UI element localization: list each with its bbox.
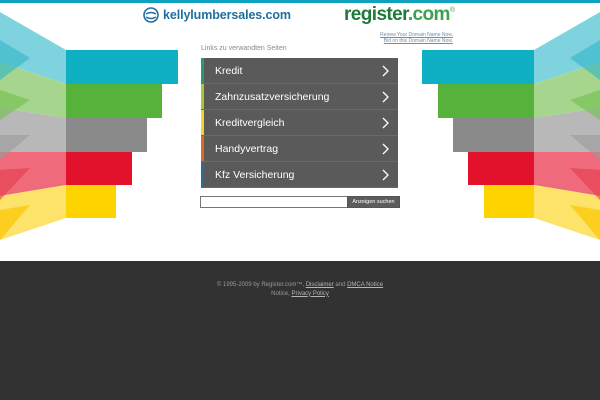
registered-mark: ® (449, 7, 455, 14)
site-logo: kellylumbersales.com (143, 6, 291, 24)
domain-links: Renew Your Domain Name Now. Bid on this … (380, 32, 453, 44)
link-item-kfz-versicherung[interactable]: Kfz Versicherung (201, 162, 398, 188)
accent-bar (201, 58, 204, 83)
copyright-text: © 1995-2009 by Register.com™, (216, 282, 305, 288)
registrar-tld: .com (407, 4, 451, 25)
link-label: Handyvertrag (215, 142, 279, 155)
registrar-logo[interactable]: register.com® (344, 4, 455, 26)
accent-bar (201, 162, 204, 187)
site-name: kellylumbersales.com (163, 8, 291, 22)
search-input[interactable] (200, 196, 347, 208)
link-label: Kreditvergleich (215, 116, 285, 129)
link-item-zahnzusatzversicherung[interactable]: Zahnzusatzversicherung (201, 84, 398, 110)
link-label: Zahnzusatzversicherung (215, 90, 330, 103)
link-label: Kfz Versicherung (215, 168, 295, 181)
footer-text: © 1995-2009 by Register.com™, Disclaimer… (0, 281, 600, 298)
dmca-notice-link[interactable]: DMCA Notice (347, 282, 383, 288)
top-accent-line (0, 0, 600, 3)
accent-bar (201, 84, 204, 109)
notice-text: Notice, (271, 290, 290, 297)
chevron-right-icon (382, 91, 389, 103)
section-title: Links zu verwandten Seiten (201, 45, 287, 52)
chevron-right-icon (382, 117, 389, 129)
accent-bar (201, 136, 204, 161)
footer: © 1995-2009 by Register.com™, Disclaimer… (0, 261, 600, 400)
link-item-kreditvergleich[interactable]: Kreditvergleich (201, 110, 398, 136)
globe-icon (143, 7, 159, 23)
registrar-name: register (344, 4, 408, 25)
search-button[interactable]: Anzeigen suchen (347, 196, 400, 208)
chevron-right-icon (382, 143, 389, 155)
chevron-right-icon (382, 169, 389, 181)
chevron-right-icon (382, 65, 389, 77)
link-label: Kredit (215, 64, 243, 77)
search-form: Anzeigen suchen (200, 196, 400, 208)
accent-bar (201, 110, 204, 135)
related-links-list: Kredit Zahnzusatzversicherung Kreditverg… (201, 58, 398, 188)
link-item-handyvertrag[interactable]: Handyvertrag (201, 136, 398, 162)
and-text: and (335, 282, 346, 288)
link-item-kredit[interactable]: Kredit (201, 58, 398, 84)
privacy-policy-link[interactable]: Privacy Policy (292, 291, 329, 297)
bid-domain-link[interactable]: Bid on this Domain Name Now. (380, 38, 453, 44)
disclaimer-link[interactable]: Disclaimer (306, 282, 334, 288)
